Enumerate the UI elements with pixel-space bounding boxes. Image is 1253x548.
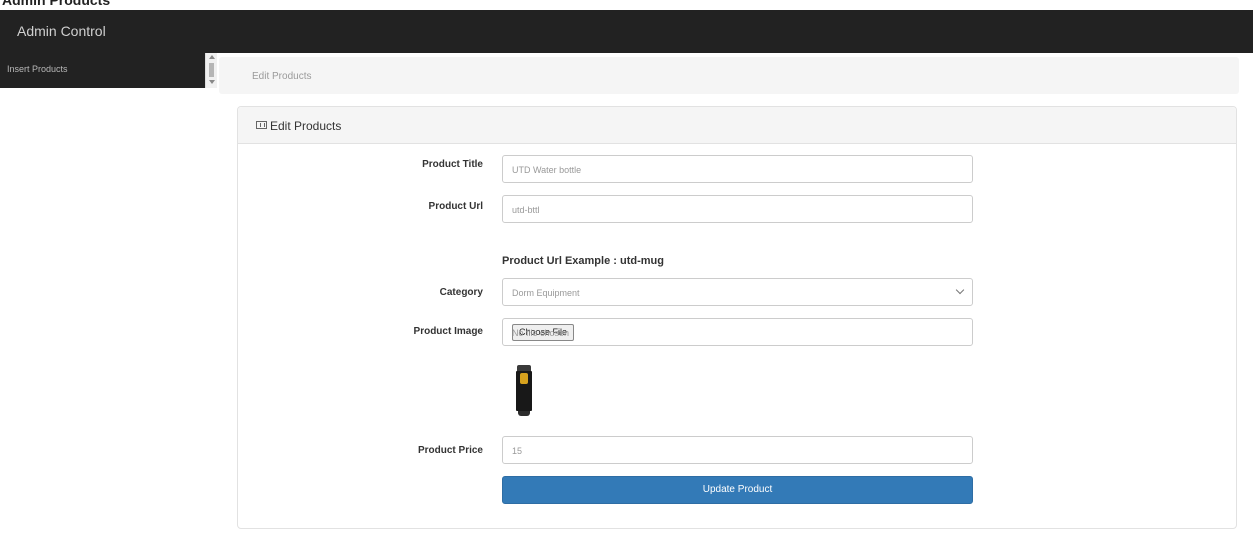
chevron-down-icon xyxy=(955,285,965,295)
page-heading: Admin Products xyxy=(2,0,111,8)
product-image-label: Product Image xyxy=(413,326,483,337)
sidebar-scrollbar[interactable] xyxy=(205,53,217,88)
category-value: Dorm Equipment xyxy=(512,288,580,298)
page-heading-strip: Admin Products xyxy=(0,0,1253,10)
product-title-value: UTD Water bottle xyxy=(512,165,582,175)
scroll-up-arrow-icon[interactable] xyxy=(209,55,215,59)
category-label: Category xyxy=(439,287,483,298)
scroll-down-arrow-icon[interactable] xyxy=(209,80,215,84)
file-status-text: No file chosen xyxy=(512,328,570,338)
breadcrumb: Edit Products xyxy=(219,57,1239,94)
product-url-input[interactable]: utd-bttl xyxy=(502,195,973,223)
product-url-label: Product Url xyxy=(428,201,483,212)
brand-link[interactable]: Admin Control xyxy=(17,23,106,39)
product-title-input[interactable]: UTD Water bottle xyxy=(502,155,973,183)
top-navbar: Admin Control xyxy=(0,10,1253,53)
product-image-preview xyxy=(516,365,532,416)
product-url-hint: Product Url Example : utd-mug xyxy=(502,255,664,267)
sidebar: Insert Products xyxy=(0,53,205,88)
panel-title: Edit Products xyxy=(270,119,342,133)
table-icon xyxy=(256,121,267,129)
category-select[interactable]: Dorm Equipment xyxy=(502,278,973,306)
product-price-label: Product Price xyxy=(417,445,483,456)
product-url-value: utd-bttl xyxy=(512,205,540,215)
product-price-value: 15 xyxy=(512,446,523,456)
product-title-label: Product Title xyxy=(422,159,483,170)
panel-heading: Edit Products xyxy=(238,107,1236,144)
product-image-file-input[interactable]: Choose File No file chosen xyxy=(502,318,973,346)
scroll-thumb[interactable] xyxy=(209,63,214,77)
product-price-input[interactable]: 15 xyxy=(502,436,973,464)
sidebar-item-insert-products[interactable]: Insert Products xyxy=(7,64,68,74)
update-product-button[interactable]: Update Product xyxy=(502,476,973,504)
breadcrumb-item-edit-products: Edit Products xyxy=(252,71,312,82)
